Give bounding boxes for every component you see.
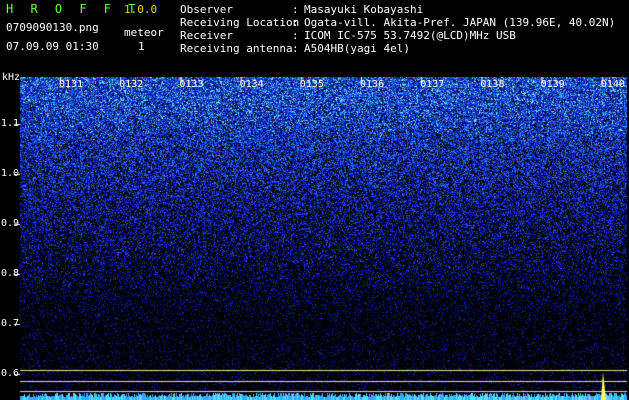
observer-sep: : (292, 3, 299, 16)
antenna-sep: : (292, 42, 299, 55)
antenna-value: A504HB(yagi 4el) (304, 42, 410, 55)
x-tick-label: 0139 (540, 79, 565, 90)
app-version: 1.0.0 (124, 3, 158, 16)
meteor-label: meteor (124, 26, 164, 39)
observer-value: Masayuki Kobayashi (304, 3, 424, 16)
x-tick-label: 0136 (360, 79, 385, 90)
y-tick-label: 1.1 (1, 118, 20, 129)
y-tick-label: 1.0 (1, 168, 20, 179)
x-tick-label: 0140 (600, 79, 625, 90)
x-tick-label: 0138 (480, 79, 505, 90)
header-panel: H R O F F T 1.0.0 0709090130.png meteor … (0, 0, 629, 76)
receiver-sep: : (292, 29, 299, 42)
y-tick-label: 0.6 (1, 368, 20, 379)
location-value: Ogata-vill. Akita-Pref. JAPAN (139.96E, … (304, 16, 616, 29)
receiver-label: Receiver (180, 29, 233, 42)
location-sep: : (292, 16, 299, 29)
antenna-label: Receiving antenna (180, 42, 293, 55)
y-tick-label: 0.9 (1, 218, 20, 229)
observation-datetime: 07.09.09 01:30 (6, 40, 99, 53)
x-tick-label: 0132 (119, 79, 144, 90)
app-brand: H R O F F T (6, 2, 141, 16)
x-tick-label: 0131 (59, 79, 84, 90)
file-name: 0709090130.png (6, 21, 99, 34)
y-tick-label: 0.8 (1, 268, 20, 279)
meteor-count: 1 (138, 40, 145, 53)
observer-label: Observer (180, 3, 233, 16)
location-label: Receiving Location (180, 16, 300, 29)
x-tick-label: 0133 (179, 79, 204, 90)
x-tick-label: 0137 (420, 79, 445, 90)
x-tick-label: 0135 (299, 79, 324, 90)
receiver-value: ICOM IC-575 53.7492(@LCD)MHz USB (304, 29, 516, 42)
spectrogram-canvas (0, 77, 629, 400)
y-tick-label: 0.7 (1, 318, 20, 329)
x-tick-label: 0134 (239, 79, 264, 90)
y-axis-unit: kHz (2, 72, 21, 83)
